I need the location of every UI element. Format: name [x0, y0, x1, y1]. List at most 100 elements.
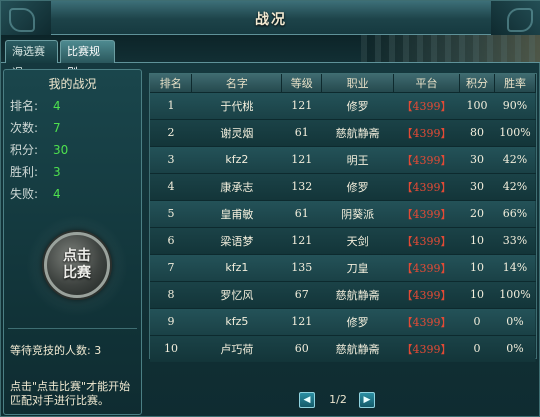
stat-points-label: 积分:: [10, 143, 39, 157]
stat-count-value: 7: [53, 121, 61, 135]
cell-points: 30: [459, 172, 495, 200]
cell-platform: 【4399】: [393, 226, 460, 254]
tab-bar: 海选赛况 比赛规则: [1, 35, 540, 79]
stat-rank: 排名: 4: [10, 96, 61, 116]
cell-rank: 10: [150, 334, 192, 362]
start-match-button[interactable]: 点击 比赛: [44, 232, 110, 298]
table-row[interactable]: 5 皇甫敏 61 阴葵派 【4399】 20 66%: [150, 199, 536, 227]
cell-level: 121: [281, 91, 322, 119]
stats-title: 我的战况: [48, 77, 97, 91]
cell-win-rate: 0%: [494, 307, 536, 335]
cell-class: 天剑: [321, 226, 394, 254]
cell-platform: 【4399】: [393, 307, 460, 335]
cell-platform: 【4399】: [393, 172, 460, 200]
cell-name: 康承志: [191, 172, 282, 200]
waiting-players-count: 等待竞技的人数: 3: [10, 344, 102, 357]
stat-rank-label: 排名:: [10, 99, 39, 113]
table-row[interactable]: 10 卢巧荷 60 慈航静斋 【4399】 0 0%: [150, 334, 536, 362]
cell-platform: 【4399】: [393, 91, 460, 119]
tab-match-rules[interactable]: 比赛规则: [60, 40, 115, 79]
stat-wins: 胜利: 3: [10, 162, 61, 182]
cell-rank: 1: [150, 91, 192, 119]
cell-platform: 【4399】: [393, 118, 460, 146]
cell-name: 梁语梦: [191, 226, 282, 254]
table-row[interactable]: 7 kfz1 135 刀皇 【4399】 10 14%: [150, 253, 536, 281]
cell-win-rate: 42%: [494, 145, 536, 173]
cell-level: 61: [281, 118, 322, 146]
cell-level: 121: [281, 145, 322, 173]
cell-win-rate: 33%: [494, 226, 536, 254]
cell-win-rate: 100%: [494, 280, 536, 308]
cell-platform: 【4399】: [393, 334, 460, 362]
cell-class: 慈航静斋: [321, 118, 394, 146]
divider: [8, 328, 137, 329]
cell-rank: 4: [150, 172, 192, 200]
cell-rank: 9: [150, 307, 192, 335]
table-row[interactable]: 9 kfz5 121 修罗 【4399】 0 0%: [150, 307, 536, 335]
cell-level: 121: [281, 307, 322, 335]
title-bar: 战况: [1, 1, 540, 35]
header-win-rate: 胜率: [494, 74, 537, 92]
header-name: 名字: [191, 74, 283, 92]
cell-level: 60: [281, 334, 322, 362]
cell-class: 修罗: [321, 91, 394, 119]
battle-status-window: 战况 海选赛况 比赛规则 我的战况 排名:4 次数:7 积分:30 胜利:3 失…: [0, 0, 540, 417]
cell-class: 慈航静斋: [321, 334, 394, 362]
cell-class: 阴葵派: [321, 199, 394, 227]
stat-rank-value: 4: [53, 99, 61, 113]
cell-points: 0: [459, 334, 495, 362]
cell-name: 皇甫敏: [191, 199, 282, 227]
cell-class: 慈航静斋: [321, 280, 394, 308]
stat-losses-label: 失败:: [10, 187, 39, 201]
cell-rank: 5: [150, 199, 192, 227]
cell-level: 61: [281, 199, 322, 227]
background-scenery: [361, 35, 540, 62]
cell-win-rate: 100%: [494, 118, 536, 146]
header-level: 等级: [281, 74, 323, 92]
cell-level: 121: [281, 226, 322, 254]
cell-level: 67: [281, 280, 322, 308]
ranking-table: 排名 名字 等级 职业 平台 积分 胜率 1 于代桃 121 修罗 【4399】 100 9…: [150, 74, 537, 362]
stat-points: 积分: 30: [10, 140, 68, 160]
table-row[interactable]: 8 罗忆风 67 慈航静斋 【4399】 10 100%: [150, 280, 536, 308]
cell-win-rate: 66%: [494, 199, 536, 227]
prev-page-button[interactable]: ◀: [299, 392, 315, 408]
header-platform: 平台: [393, 74, 461, 92]
cell-points: 10: [459, 253, 495, 281]
table-row[interactable]: 2 谢灵烟 61 慈航静斋 【4399】 80 100%: [150, 118, 536, 146]
cell-points: 10: [459, 226, 495, 254]
next-page-button[interactable]: ▶: [359, 392, 375, 408]
table-header-row: 排名 名字 等级 职业 平台 积分 胜率: [150, 74, 537, 92]
cell-name: kfz5: [191, 307, 282, 335]
tab-selection-status[interactable]: 海选赛况: [5, 40, 58, 79]
cell-class: 刀皇: [321, 253, 394, 281]
cell-points: 10: [459, 280, 495, 308]
stat-wins-value: 3: [53, 165, 61, 179]
cell-class: 修罗: [321, 307, 394, 335]
stat-wins-label: 胜利:: [10, 165, 39, 179]
cell-win-rate: 0%: [494, 334, 536, 362]
cell-points: 100: [459, 91, 495, 119]
table-row[interactable]: 3 kfz2 121 明王 【4399】 30 42%: [150, 145, 536, 173]
cell-class: 修罗: [321, 172, 394, 200]
table-row[interactable]: 4 康承志 132 修罗 【4399】 30 42%: [150, 172, 536, 200]
stat-count-label: 次数:: [10, 121, 39, 135]
cell-platform: 【4399】: [393, 145, 460, 173]
cell-points: 80: [459, 118, 495, 146]
cell-class: 明王: [321, 145, 394, 173]
cell-rank: 2: [150, 118, 192, 146]
stat-losses-value: 4: [53, 187, 61, 201]
table-row[interactable]: 6 梁语梦 121 天剑 【4399】 10 33%: [150, 226, 536, 254]
cell-level: 135: [281, 253, 322, 281]
cell-win-rate: 90%: [494, 91, 536, 119]
start-hint-text: 点击"点击比赛"才能开始匹配对手进行比赛。: [10, 380, 131, 407]
stat-count: 次数: 7: [10, 118, 61, 138]
page-indicator: 1/2: [329, 393, 347, 406]
cell-rank: 6: [150, 226, 192, 254]
start-button-text-line2: 比赛: [63, 265, 91, 281]
cell-name: 于代桃: [191, 91, 282, 119]
pagination: ◀ 1/2 ▶: [299, 390, 377, 410]
cell-name: kfz2: [191, 145, 282, 173]
table-row[interactable]: 1 于代桃 121 修罗 【4399】 100 90%: [150, 91, 536, 119]
header-rank: 排名: [150, 74, 193, 92]
